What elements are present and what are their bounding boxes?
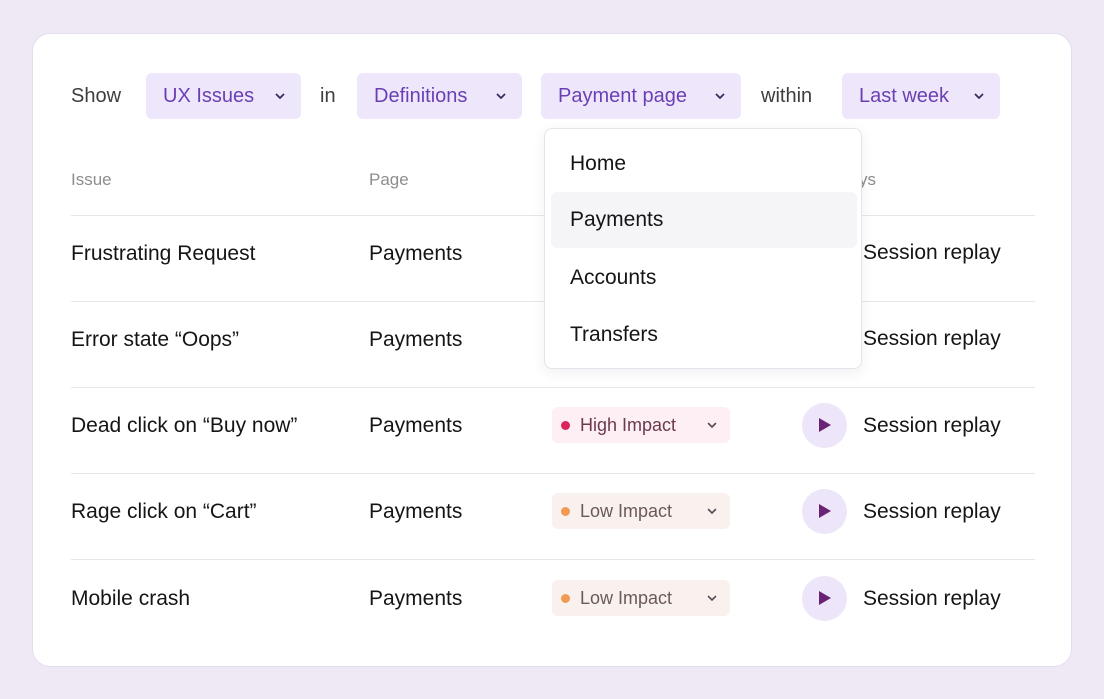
impact-dropdown[interactable]: Low Impact: [552, 493, 730, 529]
issue-name[interactable]: Error state “Oops”: [71, 328, 239, 352]
session-replay-link[interactable]: Session replay: [863, 587, 1001, 611]
issue-name[interactable]: Dead click on “Buy now”: [71, 414, 297, 438]
status-dot-icon: [561, 421, 570, 430]
play-icon: [819, 591, 831, 605]
row-divider: [71, 559, 1035, 560]
menu-item-payments[interactable]: Payments: [551, 192, 857, 248]
play-button[interactable]: [802, 489, 847, 534]
show-label: Show: [71, 85, 122, 107]
chevron-down-icon: [707, 508, 717, 514]
category-dropdown[interactable]: Definitions: [357, 73, 522, 119]
row-divider: [71, 473, 1035, 474]
chevron-down-icon: [974, 93, 984, 99]
impact-label: Low Impact: [580, 500, 673, 521]
menu-item-accounts[interactable]: Accounts: [551, 250, 857, 306]
page-dropdown-menu: Home Payments Accounts Transfers: [544, 128, 862, 369]
period-value: Last week: [859, 84, 950, 107]
issue-type-value: UX Issues: [163, 84, 255, 107]
column-header-page: Page: [369, 170, 409, 189]
issue-type-dropdown[interactable]: UX Issues: [146, 73, 301, 119]
period-dropdown[interactable]: Last week: [842, 73, 1000, 119]
impact-label: Low Impact: [580, 587, 673, 608]
page-name: Payments: [369, 242, 463, 265]
in-label: in: [320, 85, 336, 107]
chevron-down-icon: [707, 422, 717, 428]
issues-card: Show UX Issues in Definitions Payment pa…: [32, 33, 1072, 667]
issue-name[interactable]: Rage click on “Cart”: [71, 500, 257, 524]
chevron-down-icon: [715, 93, 725, 99]
play-icon: [819, 418, 831, 432]
status-dot-icon: [561, 507, 570, 516]
impact-dropdown[interactable]: Low Impact: [552, 580, 730, 616]
page-dropdown[interactable]: Payment page: [541, 73, 741, 119]
play-button[interactable]: [802, 403, 847, 448]
menu-item-home[interactable]: Home: [551, 136, 857, 192]
page-name: Payments: [369, 587, 463, 610]
category-value: Definitions: [374, 84, 468, 107]
row-divider: [71, 387, 1035, 388]
chevron-down-icon: [275, 93, 285, 99]
issue-name[interactable]: Mobile crash: [71, 587, 190, 611]
page-name: Payments: [369, 328, 463, 351]
session-replay-link[interactable]: Session replay: [863, 241, 1001, 265]
impact-label: High Impact: [580, 414, 677, 435]
column-header-issue: Issue: [71, 170, 112, 189]
menu-item-transfers[interactable]: Transfers: [551, 307, 857, 363]
within-label: within: [761, 85, 813, 107]
session-replay-link[interactable]: Session replay: [863, 414, 1001, 438]
page-name: Payments: [369, 414, 463, 437]
session-replay-link[interactable]: Session replay: [863, 327, 1001, 351]
play-icon: [819, 504, 831, 518]
page-name: Payments: [369, 500, 463, 523]
session-replay-link[interactable]: Session replay: [863, 500, 1001, 524]
play-button[interactable]: [802, 576, 847, 621]
impact-dropdown[interactable]: High Impact: [552, 407, 730, 443]
chevron-down-icon: [707, 595, 717, 601]
status-dot-icon: [561, 594, 570, 603]
chevron-down-icon: [496, 93, 506, 99]
issue-name[interactable]: Frustrating Request: [71, 242, 255, 266]
page-value: Payment page: [558, 84, 687, 107]
